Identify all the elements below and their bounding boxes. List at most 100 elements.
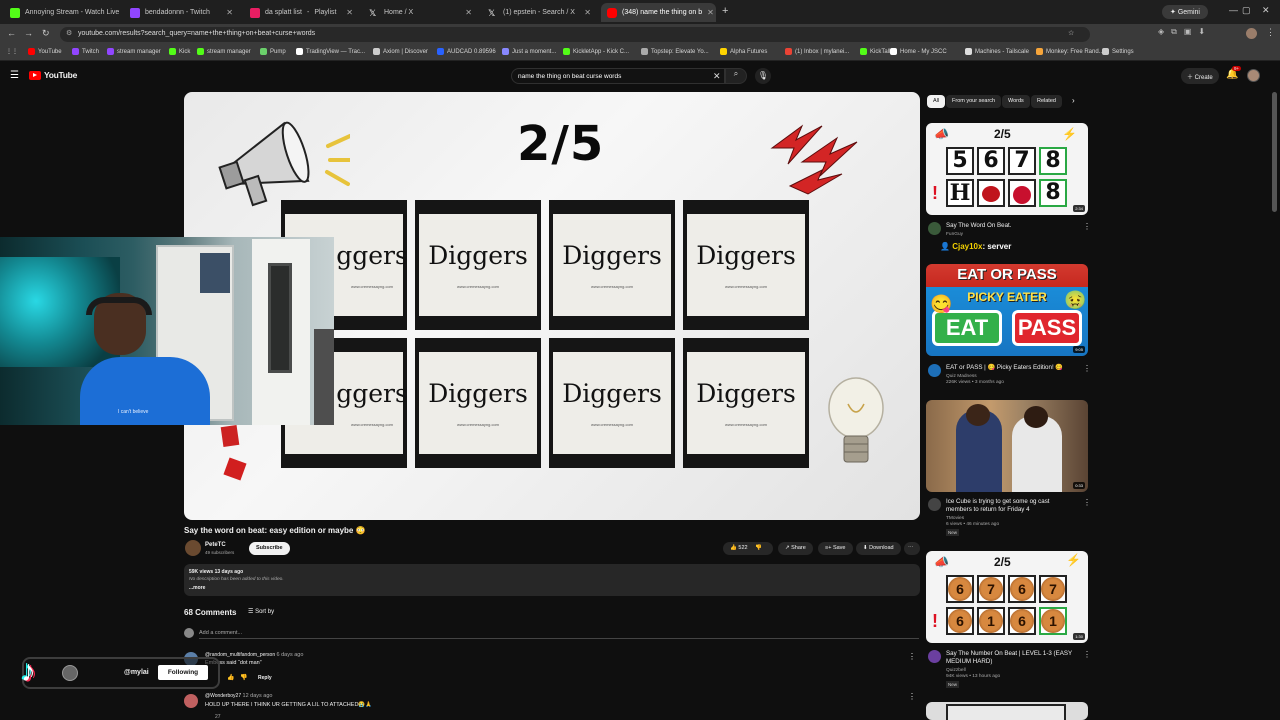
number-box: 6 [977, 147, 1005, 175]
star-icon[interactable]: ☆ [1068, 29, 1074, 37]
tab-annoying-stream[interactable]: Annoying Stream - Watch Live✕ [4, 3, 122, 22]
sidebar-video-thumbnail[interactable]: 2/5 📣 ⚡ ! 1:30 67676161 [926, 551, 1088, 643]
clear-search-icon[interactable]: ✕ [713, 71, 721, 82]
channel-avatar[interactable] [928, 364, 941, 377]
bookmark-item[interactable]: Axiom | Discover [373, 48, 428, 55]
close-tab-icon[interactable]: ✕ [465, 8, 472, 17]
sidebar-video-title[interactable]: Say The Number On Beat | LEVEL 1-3 (EASY… [946, 650, 1076, 666]
close-tab-icon[interactable]: ✕ [346, 8, 353, 17]
save-button[interactable]: ≡+ Save [818, 542, 853, 555]
sick-emoji-icon: 🤢 [1064, 290, 1087, 310]
close-window-button[interactable]: ✕ [1262, 5, 1270, 16]
channel-avatar[interactable] [185, 540, 201, 556]
dislike-icon[interactable]: 👎 [755, 545, 762, 551]
channel-avatar[interactable] [928, 222, 941, 235]
voice-search-icon[interactable]: 🎙 [755, 68, 771, 84]
video-menu-icon[interactable]: ⋮ [1083, 498, 1091, 507]
create-button[interactable]: ＋ Create [1181, 68, 1219, 84]
youtube-logo[interactable]: YouTube [29, 70, 77, 80]
tab-x-search[interactable]: 𝕏 (1) epstein - Search / X ✕ [482, 3, 597, 22]
download-button[interactable]: ⬇ Download [856, 542, 901, 555]
close-tab-icon[interactable]: ✕ [226, 8, 233, 17]
bookmark-item[interactable]: Kick [169, 48, 190, 55]
comment-avatar[interactable] [184, 694, 198, 708]
comment-text: HOLD UP THERE I THINK UR GETTING A LIL T… [205, 702, 373, 708]
bookmark-item[interactable]: stream manager [107, 48, 161, 55]
comment-menu-icon[interactable]: ⋮ [908, 652, 916, 661]
chip-related[interactable]: Related [1031, 95, 1062, 108]
chip-words[interactable]: Words [1002, 95, 1030, 108]
browser-menu-icon[interactable]: ⋮ [1266, 27, 1275, 38]
minimize-button[interactable]: — [1229, 5, 1238, 15]
bookmark-item[interactable]: TradingView — Trac... [296, 48, 365, 55]
gemini-button[interactable]: ✦ Gemini [1162, 5, 1208, 19]
bookmark-item[interactable]: Pump [260, 48, 286, 55]
more-actions-icon[interactable]: ⋯ [904, 542, 920, 555]
tab-home-x[interactable]: 𝕏 Home / X ✕ [363, 3, 478, 22]
bookmark-item[interactable]: Just a moment... [502, 48, 556, 55]
search-input[interactable]: name the thing on beat curse words ✕ [511, 68, 725, 84]
chip-all[interactable]: All [927, 95, 946, 108]
bookmark-item[interactable]: KickTalk [860, 48, 892, 55]
account-avatar[interactable] [1247, 69, 1260, 82]
page-scrollbar[interactable] [1272, 92, 1277, 212]
extension-icons[interactable]: ◈⧉▣⬇ [1158, 27, 1258, 41]
bookmark-item[interactable]: Home - My JSCC [890, 48, 947, 55]
comment-dislike-icon[interactable]: 👎 [240, 674, 247, 681]
channel-name[interactable]: PeteTC [205, 542, 226, 548]
bookmark-item[interactable]: AUDCAD 0.89596 [437, 48, 496, 55]
show-more-link[interactable]: ...more [189, 585, 205, 591]
sidebar-video-title[interactable]: Say The Word On Beat. [946, 222, 1076, 230]
close-tab-icon[interactable]: ✕ [584, 8, 591, 17]
reply-button[interactable]: Reply [258, 675, 272, 681]
sidebar-video-thumbnail[interactable]: 2/5 📣 ⚡ H 8 ! 2:34 5678 [926, 123, 1088, 215]
like-icon[interactable]: 👍 [730, 545, 737, 551]
sidebar-video-thumbnail[interactable]: 0:33 [926, 400, 1088, 492]
bookmark-item[interactable]: KickletApp - Kick C... [563, 48, 629, 55]
video-menu-icon[interactable]: ⋮ [1083, 364, 1091, 373]
subscribe-button[interactable]: Subscribe [249, 542, 290, 555]
tab-twitch[interactable]: bendadonnn - Twitch ✕ [124, 3, 239, 22]
bookmark-item[interactable]: Topstep: Elevate Yo... [641, 48, 709, 55]
add-comment-input[interactable]: Add a comment... [199, 630, 919, 639]
hamburger-menu-icon[interactable]: ☰ [10, 70, 19, 81]
bookmark-item[interactable]: Settings [1102, 48, 1134, 55]
back-icon[interactable]: ← [7, 28, 16, 38]
sidebar-video-thumbnail[interactable] [926, 702, 1088, 720]
bookmark-item[interactable]: Machines - Tailscale [965, 48, 1029, 55]
maximize-button[interactable]: ▢ [1242, 5, 1251, 16]
address-bar[interactable]: ⚙ youtube.com/results?search_query=name+t… [60, 27, 1090, 42]
video-menu-icon[interactable]: ⋮ [1083, 222, 1091, 231]
profile-avatar-icon[interactable] [1246, 28, 1257, 39]
chip-from-your-search[interactable]: From your search [946, 95, 1002, 108]
search-button[interactable]: ⌕ [725, 68, 747, 84]
bookmark-item[interactable]: (1) Inbox | mylanei... [785, 48, 849, 55]
comment-like-icon[interactable]: 👍 [227, 674, 234, 681]
description-box[interactable]: 59K views 13 days ago No description has… [184, 564, 920, 596]
bookmark-item[interactable]: YouTube [28, 48, 62, 55]
save-icon: ≡+ [825, 545, 832, 551]
channel-avatar[interactable] [928, 498, 941, 511]
bookmark-item[interactable]: Alpha Futures [720, 48, 767, 55]
bookmark-item[interactable]: Monkey: Free Rand... [1036, 48, 1104, 55]
following-button[interactable]: Following [158, 665, 208, 680]
channel-avatar[interactable] [928, 650, 941, 663]
forward-icon[interactable]: → [24, 28, 33, 38]
site-info-icon[interactable]: ⚙ [66, 29, 72, 37]
share-button[interactable]: ↗ Share [778, 542, 813, 555]
sidebar-video-title[interactable]: EAT or PASS | 😋 Picky Eaters Edition! 😋 [946, 364, 1076, 372]
tab-splatt-list[interactable]: da splatt list - Playlist ✕ [244, 3, 359, 22]
apps-grid-icon[interactable]: ⋮⋮ [6, 48, 18, 55]
chevron-right-icon[interactable]: › [1072, 96, 1075, 105]
bookmark-item[interactable]: Twitch [72, 48, 99, 55]
video-menu-icon[interactable]: ⋮ [1083, 650, 1091, 659]
tab-youtube-active[interactable]: (348) name the thing on b ✕ [601, 3, 716, 22]
sidebar-video-thumbnail[interactable]: EAT OR PASS PICKY EATER EAT PASS 😋 🤢 9:0… [926, 264, 1088, 356]
close-tab-icon[interactable]: ✕ [707, 8, 714, 17]
comment-menu-icon[interactable]: ⋮ [908, 692, 916, 701]
bookmark-item[interactable]: stream manager [197, 48, 251, 55]
sort-comments-button[interactable]: ☰ Sort by [248, 608, 274, 615]
reload-icon[interactable]: ↻ [42, 28, 50, 39]
new-tab-button[interactable]: + [722, 5, 728, 17]
sidebar-video-title[interactable]: Ice Cube is trying to get some og cast m… [946, 498, 1076, 514]
